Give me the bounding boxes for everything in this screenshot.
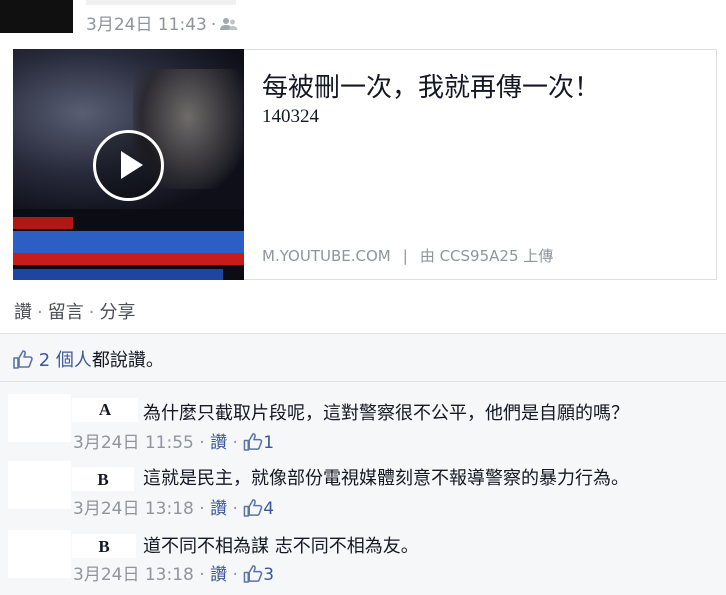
comment-meta: 3月24日 13:18 · 讚 · 3 [73, 560, 274, 588]
news-ticker-top [13, 231, 244, 253]
comment-like-link[interactable]: 讚 [210, 433, 227, 453]
news-ticker-middle [13, 253, 244, 265]
link-uploader[interactable]: 由 CCS95A25 上傳 [420, 247, 553, 265]
comment-avatar[interactable] [8, 530, 71, 578]
post-meta: 3月24日 11:43 · [86, 10, 238, 36]
post-actions: 讚 · 留言 · 分享 [14, 298, 135, 324]
comment-text: 這就是民主，就像部份電視媒體刻意不報導警察的暴力行為。 [143, 468, 629, 489]
thumbs-up-icon [243, 498, 263, 522]
comment-timestamp[interactable]: 3月24日 13:18 [73, 499, 194, 519]
comment-author[interactable]: B [72, 534, 136, 558]
source-divider: | [402, 247, 408, 265]
likers-link[interactable]: 2 個人 [39, 350, 92, 371]
comment-like-count[interactable]: 1 [263, 433, 274, 453]
news-logo-strip [13, 217, 73, 229]
meta-separator: · [210, 15, 217, 35]
comment-author[interactable]: B [72, 467, 134, 491]
thumbs-up-icon [243, 564, 263, 588]
comment-text: 為什麼只截取片段呢，這對警察很不公平，他們是自願的嗎？ [143, 403, 629, 424]
comment-like-link[interactable]: 讚 [210, 499, 227, 519]
play-triangle-icon [121, 151, 143, 179]
likes-suffix: 都說讚。 [91, 350, 164, 371]
action-separator: · [88, 302, 95, 323]
comment-meta: 3月24日 13:18 · 讚 · 4 [73, 494, 274, 522]
comment-text: 道不同不相為謀 志不同不相為友。 [143, 536, 419, 557]
comment-like-link[interactable]: 讚 [210, 565, 227, 585]
thumbs-up-icon [243, 432, 263, 456]
news-ticker-bottom [13, 269, 223, 280]
comment-author[interactable]: A [72, 398, 138, 422]
post-timestamp[interactable]: 3月24日 11:43 [86, 15, 207, 35]
likes-summary: 2 個人都說讚。 [13, 346, 164, 374]
comment-like-count[interactable]: 3 [263, 565, 274, 585]
share-link[interactable]: 分享 [99, 302, 135, 323]
comment-like-count[interactable]: 4 [263, 499, 274, 519]
comment-avatar[interactable] [8, 394, 71, 442]
thumbs-up-icon [13, 349, 33, 374]
comment-timestamp[interactable]: 3月24日 11:55 [73, 433, 194, 453]
comment-meta: 3月24日 11:55 · 讚 · 1 [73, 428, 274, 456]
divider [0, 381, 726, 382]
action-separator: · [37, 302, 43, 323]
like-link[interactable]: 讚 [14, 302, 32, 323]
link-description: 140324 [262, 106, 319, 127]
poster-name-redacted [86, 0, 236, 5]
link-source: M.YOUTUBE.COM | 由 CCS95A25 上傳 [262, 245, 553, 266]
comment-link[interactable]: 留言 [48, 302, 84, 323]
link-domain: M.YOUTUBE.COM [262, 247, 391, 265]
people-icon[interactable] [220, 16, 238, 36]
link-title[interactable]: 每被刪一次，我就再傳一次！ [262, 67, 600, 104]
comment-avatar[interactable] [8, 461, 71, 509]
comment-timestamp[interactable]: 3月24日 13:18 [73, 565, 194, 585]
poster-avatar[interactable] [0, 0, 73, 33]
